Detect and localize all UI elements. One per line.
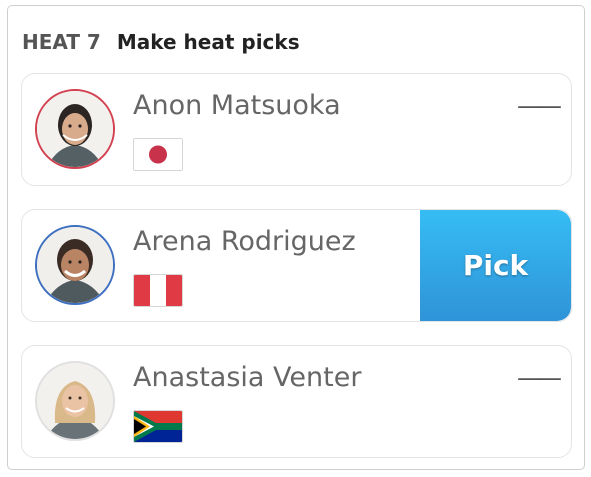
pick-button[interactable]: Pick xyxy=(420,210,571,321)
heat-header: HEAT 7 Make heat picks xyxy=(22,30,300,54)
pick-status: —— xyxy=(517,92,562,120)
surfer-card-arena-rodriguez[interactable]: Arena Rodriguez Pick xyxy=(21,209,572,322)
surfer-name: Anon Matsuoka xyxy=(133,90,341,121)
pick-status: —— xyxy=(517,364,562,392)
surfer-avatar xyxy=(35,361,115,441)
peru-flag-icon xyxy=(133,274,183,307)
south-africa-flag-icon xyxy=(133,410,183,443)
heat-panel: HEAT 7 Make heat picks Anon Matsuoka —— xyxy=(7,5,585,470)
surfer-photo xyxy=(37,227,113,303)
surfer-name: Anastasia Venter xyxy=(133,362,362,393)
surfer-card-anon-matsuoka[interactable]: Anon Matsuoka —— xyxy=(21,73,572,186)
surfer-photo xyxy=(37,363,113,439)
surfer-name: Arena Rodriguez xyxy=(133,226,356,257)
surfer-card-anastasia-venter[interactable]: Anastasia Venter —— xyxy=(21,345,572,458)
japan-flag-icon xyxy=(133,138,183,171)
surfer-photo xyxy=(37,91,113,167)
surfer-avatar xyxy=(35,89,115,169)
page-title: Make heat picks xyxy=(116,30,300,54)
heat-number: HEAT 7 xyxy=(22,30,101,54)
surfer-avatar xyxy=(35,225,115,305)
